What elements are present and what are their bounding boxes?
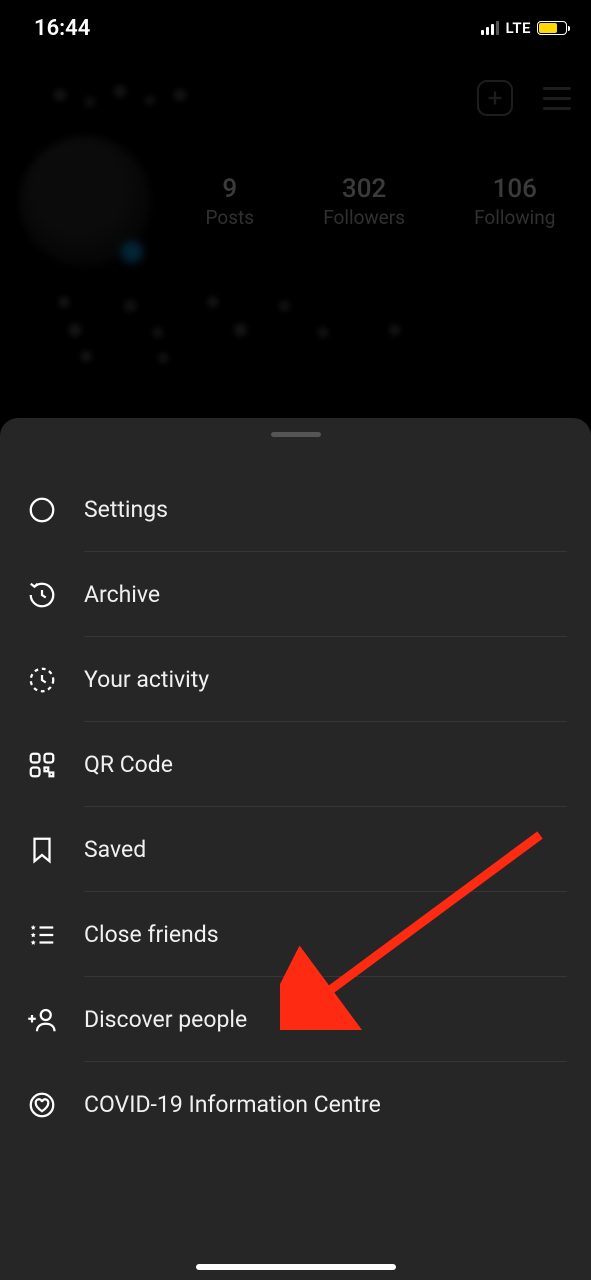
network-type: LTE xyxy=(505,19,531,37)
menu-item-qr-code[interactable]: QR Code xyxy=(0,722,591,807)
profile-stats-row: 9 Posts 302 Followers 106 Following xyxy=(0,126,591,286)
posts-label: Posts xyxy=(206,206,255,229)
status-bar: 16:44 LTE xyxy=(0,0,591,50)
following-count: 106 xyxy=(474,174,555,204)
covid-info-icon xyxy=(24,1087,60,1123)
menu-sheet: Settings Archive Your activity xyxy=(0,418,591,1280)
archive-icon xyxy=(24,577,60,613)
menu-label: Close friends xyxy=(84,892,567,977)
status-time: 16:44 xyxy=(34,16,90,41)
menu-label: COVID-19 Information Centre xyxy=(84,1062,567,1147)
profile-header xyxy=(0,50,591,126)
status-indicators: LTE xyxy=(481,19,567,37)
followers-count: 302 xyxy=(323,174,405,204)
menu-item-covid-info[interactable]: COVID-19 Information Centre xyxy=(0,1062,591,1147)
menu-label: Settings xyxy=(84,467,567,552)
menu-item-discover-people[interactable]: Discover people xyxy=(0,977,591,1062)
settings-icon xyxy=(24,492,60,528)
menu-item-close-friends[interactable]: Close friends xyxy=(0,892,591,977)
username-redacted xyxy=(20,81,220,116)
menu-label: Your activity xyxy=(84,637,567,722)
followers-label: Followers xyxy=(323,206,405,229)
menu-label: Archive xyxy=(84,552,567,637)
qr-code-icon xyxy=(24,747,60,783)
cellular-signal-icon xyxy=(481,21,499,35)
home-indicator[interactable] xyxy=(196,1264,396,1270)
battery-icon xyxy=(537,21,567,35)
menu-label: Discover people xyxy=(84,977,567,1062)
sheet-grabber[interactable] xyxy=(271,432,321,437)
create-button[interactable] xyxy=(477,80,513,116)
bio-redacted xyxy=(20,286,571,366)
menu-item-saved[interactable]: Saved xyxy=(0,807,591,892)
saved-icon xyxy=(24,832,60,868)
activity-icon xyxy=(24,662,60,698)
discover-people-icon xyxy=(24,1002,60,1038)
following-stat[interactable]: 106 Following xyxy=(474,174,555,229)
following-label: Following xyxy=(474,206,555,229)
followers-stat[interactable]: 302 Followers xyxy=(323,174,405,229)
menu-item-archive[interactable]: Archive xyxy=(0,552,591,637)
close-friends-icon xyxy=(24,917,60,953)
posts-stat[interactable]: 9 Posts xyxy=(206,174,255,229)
menu-button[interactable] xyxy=(543,87,571,110)
posts-count: 9 xyxy=(206,174,255,204)
menu-item-your-activity[interactable]: Your activity xyxy=(0,637,591,722)
avatar-redacted xyxy=(20,136,150,266)
menu-label: QR Code xyxy=(84,722,567,807)
menu-label: Saved xyxy=(84,807,567,892)
menu-item-settings[interactable]: Settings xyxy=(0,467,591,552)
